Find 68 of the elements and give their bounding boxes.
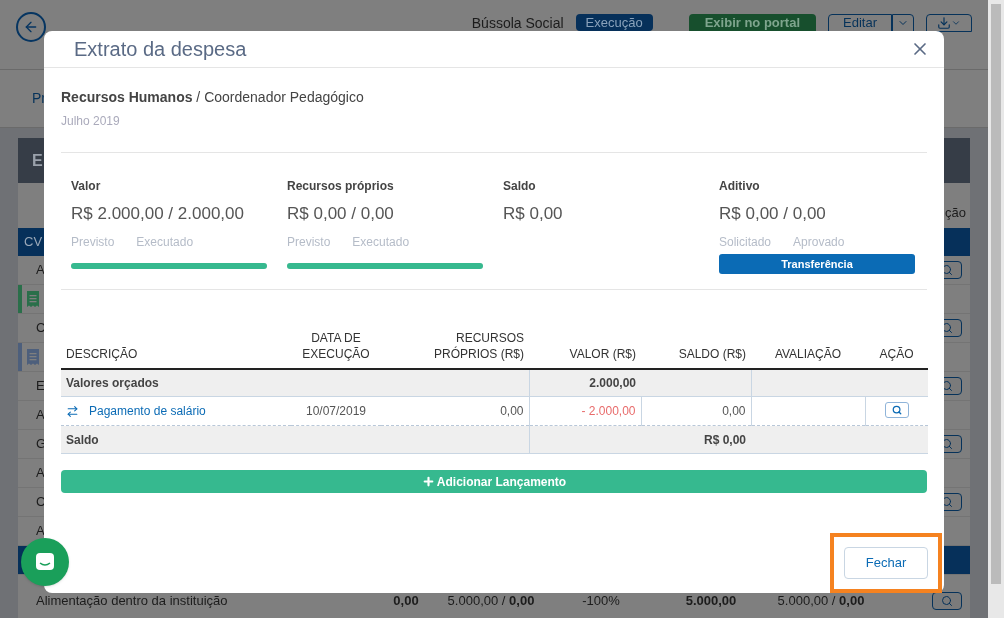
table-cell: 2.000,00: [529, 368, 641, 397]
sub-label: Previsto: [287, 234, 331, 251]
table-cell: - 2.000,00: [581, 404, 636, 418]
row-label: Alimentação dentro da instituição: [36, 592, 229, 611]
summary-label: Aditivo: [719, 177, 761, 195]
column-header: AÇÃO: [865, 329, 928, 369]
download-icon: [937, 16, 951, 30]
sub-label: Solicitado: [719, 234, 772, 251]
modal-title: Extrato da despesa: [74, 36, 247, 62]
column-header: ção: [945, 203, 966, 222]
status-badge: Execução: [575, 14, 653, 31]
summary-label: Saldo: [503, 177, 537, 195]
table-cell-text: 5.000,00 / 0,00: [446, 592, 536, 611]
row-label: A: [35, 406, 45, 425]
plus-icon: [421, 475, 435, 488]
period-label: Julho 2019: [61, 112, 121, 130]
entry-link[interactable]: Pagamento de salário: [89, 402, 206, 420]
summary-value: R$ 2.000,00 / 2.000,00: [71, 202, 245, 225]
portal-button[interactable]: Exibir no portal: [688, 14, 817, 32]
transfer-button[interactable]: Transferência: [719, 254, 915, 274]
project-name: Bússola Social: [471, 14, 564, 31]
row-label: A: [35, 522, 45, 541]
search-icon: [941, 380, 953, 392]
row-label: C: [35, 319, 46, 338]
column-header: SALDO (R$): [641, 329, 751, 369]
expense-subject: Recursos Humanos / Coordenador Pedagógico: [61, 87, 365, 107]
search-icon: [941, 264, 953, 276]
chat-icon: [34, 551, 56, 573]
sub-label: Executado: [352, 234, 410, 251]
scrollbar[interactable]: [988, 0, 1004, 618]
caret-icon: [951, 18, 961, 28]
add-entry-button[interactable]: Adicionar Lançamento: [61, 470, 927, 493]
summary-value: R$ 0,00 / 0,00: [719, 202, 827, 225]
row-label: E: [35, 377, 45, 396]
table-cell: R$ 0,00: [529, 425, 751, 454]
sub-label: Executado: [136, 234, 194, 251]
summary-label: Recursos próprios: [287, 177, 395, 195]
column-header: DESCRIÇÃO: [61, 329, 291, 369]
card-title: E: [32, 150, 43, 171]
group-label: Saldo: [61, 425, 529, 454]
sub-label: Previsto: [71, 234, 115, 251]
group-label: Valores orçados: [61, 368, 529, 397]
search-icon: [941, 438, 953, 450]
row-label: A: [35, 464, 45, 483]
search-icon: [891, 405, 902, 415]
sub-label: Aprovado: [793, 234, 845, 251]
search-icon: [941, 595, 953, 607]
search-icon: [941, 322, 953, 334]
summary-value: R$ 0,00 / 0,00: [287, 202, 395, 225]
table-cell-text: -100%: [581, 592, 621, 611]
table-cell: 10/07/2019: [305, 404, 367, 418]
table-header: CV: [24, 233, 43, 252]
table-cell: 0,00: [722, 404, 746, 418]
column-header: VALOR (R$): [529, 329, 641, 369]
row-label: C: [35, 493, 46, 512]
transfer-icon: [66, 404, 79, 418]
close-button[interactable]: Fechar: [844, 547, 928, 579]
column-header: DATA DE EXECUÇÃO: [291, 329, 381, 369]
summary-value: R$ 0,00: [503, 202, 564, 225]
column-header: AVALIAÇÃO: [751, 329, 865, 369]
table-cell-text: 5.000,00: [684, 592, 738, 611]
row-label: A: [35, 261, 45, 280]
search-icon: [941, 496, 953, 508]
table-cell-text: 0,00: [392, 592, 420, 611]
table-cell-text: 5.000,00 / 0,00: [776, 592, 866, 611]
table-cell: 0,00: [500, 404, 524, 418]
column-header: RECURSOS PRÓPRIOS (R$): [381, 329, 529, 369]
summary-label: Valor: [71, 177, 102, 195]
